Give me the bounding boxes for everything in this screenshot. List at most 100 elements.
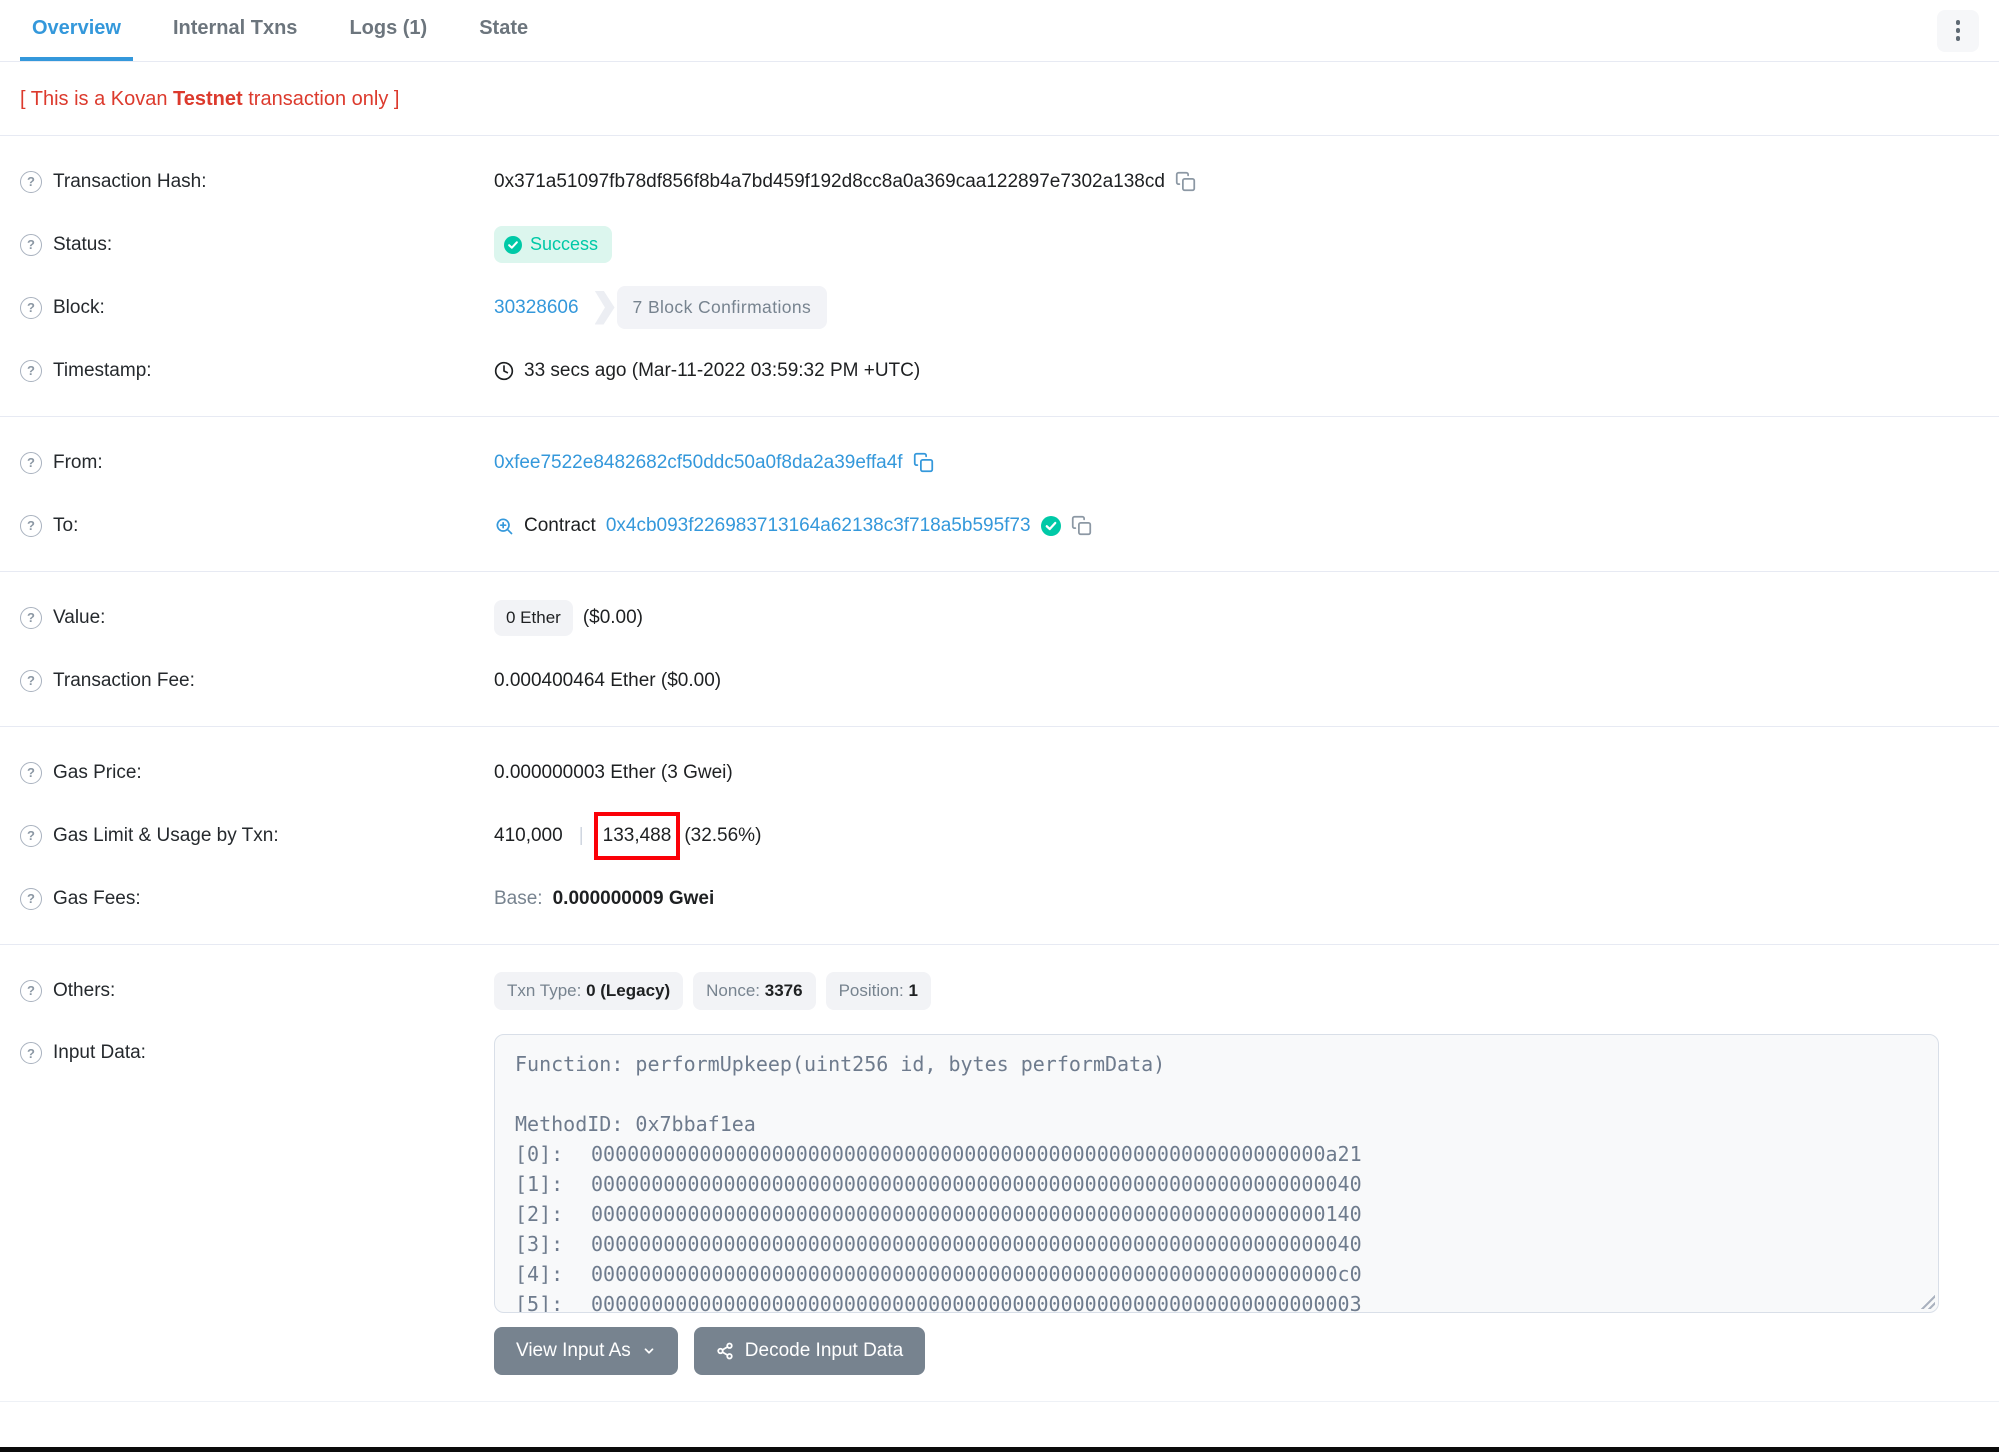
help-icon[interactable]: ? — [20, 824, 42, 847]
clock-icon — [494, 361, 514, 380]
gas-fees-base-value: 0.000000009 Gwei — [552, 887, 715, 909]
tab-overview[interactable]: Overview — [20, 0, 133, 61]
help-icon[interactable]: ? — [20, 1042, 42, 1064]
help-icon[interactable]: ? — [20, 761, 42, 784]
nonce-label: Nonce: — [706, 980, 765, 1000]
row-status: ? Status: Success — [0, 213, 1999, 276]
verified-check-icon — [1040, 515, 1061, 536]
notice-prefix: [ This is a Kovan — [20, 88, 174, 110]
kebab-menu-button[interactable] — [1937, 9, 1979, 52]
timestamp-label-col: ? Timestamp: — [20, 359, 494, 382]
transaction-hash-value: 0x371a51097fb78df856f8b4a7bd459f192d8cc8… — [494, 170, 1165, 192]
block-number-link[interactable]: 30328606 — [494, 297, 579, 319]
view-input-as-button[interactable]: View Input As — [494, 1327, 678, 1375]
word-index: [3]: — [515, 1232, 564, 1256]
word-index: [4]: — [515, 1262, 564, 1286]
help-icon[interactable]: ? — [20, 233, 42, 256]
view-input-as-label: View Input As — [516, 1340, 631, 1361]
check-circle-icon — [504, 235, 522, 254]
row-transaction-fee: ? Transaction Fee: 0.000400464 Ether ($0… — [0, 649, 1999, 712]
notice-bold: Testnet — [173, 88, 243, 110]
help-icon[interactable]: ? — [20, 451, 42, 474]
gas-limit-separator: | — [578, 824, 584, 846]
help-icon[interactable]: ? — [20, 359, 42, 382]
help-icon[interactable]: ? — [20, 514, 42, 537]
to-label-col: ? To: — [20, 514, 494, 537]
input-function-line: Function: performUpkeep(uint256 id, byte… — [515, 1052, 1166, 1076]
help-icon[interactable]: ? — [20, 887, 42, 910]
row-transaction-hash: ? Transaction Hash: 0x371a51097fb78df856… — [0, 150, 1999, 213]
status-label-col: ? Status: — [20, 233, 494, 256]
notice-suffix: transaction only ] — [242, 88, 400, 110]
magnifier-plus-icon[interactable] — [494, 516, 514, 536]
from-label-col: ? From: — [20, 451, 494, 474]
value-ether-chip: 0 Ether — [494, 599, 573, 636]
tab-logs[interactable]: Logs (1) — [337, 0, 439, 61]
word-hex: 0000000000000000000000000000000000000000… — [591, 1262, 1362, 1286]
help-icon[interactable]: ? — [20, 669, 42, 692]
tab-internal-txns[interactable]: Internal Txns — [161, 0, 309, 61]
bottom-divider — [0, 1401, 1999, 1402]
transaction-fee-value: 0.000400464 Ether ($0.00) — [494, 669, 722, 691]
textarea-resize-handle[interactable] — [1920, 1294, 1935, 1309]
nonce-chip: Nonce: 3376 — [693, 971, 816, 1010]
transaction-fee-label-col: ? Transaction Fee: — [20, 669, 494, 692]
word-index: [2]: — [515, 1202, 564, 1226]
gas-limit-label: Gas Limit & Usage by Txn: — [53, 824, 279, 846]
block-label-col: ? Block: — [20, 296, 494, 319]
from-label: From: — [53, 451, 103, 473]
transaction-hash-label: Transaction Hash: — [53, 170, 207, 192]
to-contract-prefix: Contract — [524, 514, 596, 536]
copy-icon[interactable] — [913, 452, 934, 473]
decode-input-data-label: Decode Input Data — [744, 1340, 904, 1361]
input-data-label-col: ? Input Data: — [20, 1030, 494, 1064]
help-icon[interactable]: ? — [20, 296, 42, 319]
input-data-textarea[interactable]: Function: performUpkeep(uint256 id, byte… — [494, 1034, 1939, 1313]
row-timestamp: ? Timestamp: 33 secs ago (Mar-11-2022 03… — [0, 339, 1999, 402]
chevron-down-icon — [644, 1348, 654, 1354]
row-gas-price: ? Gas Price: 0.000000003 Ether (3 Gwei) — [0, 741, 1999, 804]
timestamp-label: Timestamp: — [53, 359, 152, 381]
input-word-row: [0]: 000000000000000000000000000000000000… — [515, 1139, 1918, 1169]
input-word-row: [3]: 000000000000000000000000000000000000… — [515, 1229, 1918, 1259]
decode-input-data-button[interactable]: Decode Input Data — [693, 1327, 926, 1375]
position-value: 1 — [908, 980, 918, 1000]
txn-type-chip: Txn Type: 0 (Legacy) — [494, 971, 684, 1010]
section-gas: ? Gas Price: 0.000000003 Ether (3 Gwei) … — [0, 727, 1999, 945]
to-address-link[interactable]: 0x4cb093f226983713164a62138c3f718a5b595f… — [606, 515, 1031, 537]
word-hex: 0000000000000000000000000000000000000000… — [591, 1142, 1362, 1166]
to-label: To: — [53, 514, 79, 536]
input-methodid-line: MethodID: 0x7bbaf1ea — [515, 1112, 756, 1136]
row-gas-fees: ? Gas Fees: Base: 0.000000009 Gwei — [0, 867, 1999, 930]
timestamp-value: 33 secs ago (Mar-11-2022 03:59:32 PM +UT… — [524, 359, 921, 381]
testnet-notice: [ This is a Kovan Testnet transaction on… — [0, 62, 1999, 136]
row-input-data: ? Input Data: Function: performUpkeep(ui… — [0, 1030, 1999, 1375]
row-gas-limit-usage: ? Gas Limit & Usage by Txn: 410,000 | 13… — [0, 804, 1999, 867]
copy-icon[interactable] — [1071, 515, 1092, 536]
from-address-link[interactable]: 0xfee7522e8482682cf50ddc50a0f8da2a39effa… — [494, 452, 903, 474]
word-index: [1]: — [515, 1172, 564, 1196]
copy-icon[interactable] — [1175, 171, 1196, 192]
gas-fees-base-label: Base: — [494, 887, 543, 909]
nonce-value: 3376 — [764, 980, 803, 1000]
help-icon[interactable]: ? — [20, 606, 42, 629]
status-label: Status: — [53, 233, 113, 255]
position-label: Position: — [838, 980, 909, 1000]
help-icon[interactable]: ? — [20, 979, 42, 1002]
transaction-hash-label-col: ? Transaction Hash: — [20, 170, 494, 193]
gas-limit-label-col: ? Gas Limit & Usage by Txn: — [20, 824, 494, 847]
tab-bar: Overview Internal Txns Logs (1) State — [0, 0, 1999, 62]
word-index: [0]: — [515, 1142, 564, 1166]
tab-state[interactable]: State — [467, 0, 540, 61]
input-word-row: [1]: 000000000000000000000000000000000000… — [515, 1169, 1918, 1199]
input-data-buttons: View Input As Decode Input Data — [494, 1327, 1979, 1375]
gas-price-label-col: ? Gas Price: — [20, 761, 494, 784]
screen-bottom-edge — [0, 1447, 1999, 1452]
section-others-input: ? Others: Txn Type: 0 (Legacy) Nonce: 33… — [0, 945, 1999, 1416]
block-label: Block: — [53, 296, 105, 318]
txn-type-value: 0 (Legacy) — [586, 980, 671, 1000]
gas-price-value: 0.000000003 Ether (3 Gwei) — [494, 761, 733, 783]
value-usd: ($0.00) — [582, 606, 644, 628]
help-icon[interactable]: ? — [20, 170, 42, 193]
word-hex: 0000000000000000000000000000000000000000… — [591, 1292, 1362, 1313]
